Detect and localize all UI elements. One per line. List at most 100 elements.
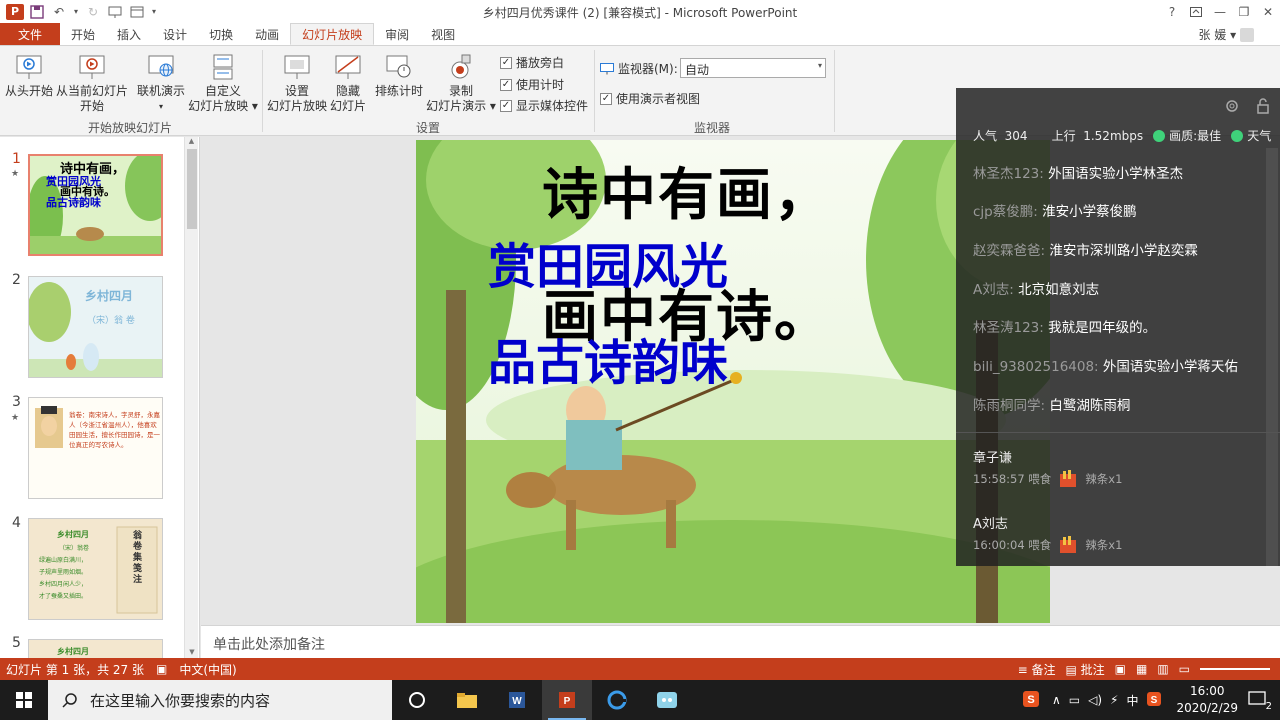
- notes-pane[interactable]: 单击此处添加备注: [201, 625, 1280, 658]
- tab-home[interactable]: 开始: [60, 23, 106, 45]
- user-avatar-icon: [1240, 28, 1254, 42]
- customize-qat-icon[interactable]: ▾: [150, 3, 158, 21]
- tab-view[interactable]: 视图: [420, 23, 466, 45]
- minimize-button[interactable]: —: [1208, 0, 1232, 23]
- gift-icon: [1060, 536, 1077, 553]
- taskbar-search[interactable]: 在这里输入你要搜索的内容: [48, 680, 392, 720]
- tab-slide-show[interactable]: 幻灯片放映: [290, 23, 375, 45]
- thumb-number: 3: [12, 394, 21, 410]
- task-view-icon[interactable]: [392, 680, 442, 720]
- play-narrations-checkbox[interactable]: ✓ 播放旁白: [500, 54, 564, 71]
- volume-icon[interactable]: ◁): [1088, 693, 1102, 707]
- bilibili-live-app-icon[interactable]: [642, 680, 692, 720]
- chat-message: bili_93802516408: 外国语实验小学蒋天佑: [973, 359, 1238, 375]
- thumbnail-scrollbar[interactable]: ▲ ▼: [184, 137, 198, 658]
- normal-view-icon[interactable]: ▣: [1115, 662, 1126, 676]
- start-button[interactable]: [0, 680, 48, 720]
- use-timings-checkbox[interactable]: ✓ 使用计时: [500, 76, 564, 93]
- scroll-up-icon[interactable]: ▲: [185, 137, 198, 145]
- slide-thumbnail-pane: 1 ★ 诗中有画， 赏田园风光 画中有诗。 品古诗韵味 2 乡村四月 （宋）翁 …: [0, 137, 200, 658]
- language-status[interactable]: 中文(中国): [179, 661, 236, 678]
- sogou-icon[interactable]: S: [1146, 691, 1162, 710]
- record-slide-show-button[interactable]: 录制 幻灯片演示 ▾: [426, 52, 496, 114]
- present-online-button[interactable]: 联机演示 ▾: [134, 52, 188, 114]
- monitor-select[interactable]: 自动 ▾: [680, 58, 826, 78]
- network-icon[interactable]: ⚡: [1110, 693, 1118, 707]
- animation-star-icon: ★: [11, 413, 20, 423]
- dropdown-arrow-icon: ▾: [158, 102, 163, 111]
- system-tray: S ∧ ▭ ◁) ⚡ 中 S 16:00 2020/2/29 2: [1022, 680, 1280, 720]
- chat-message: A刘志: 北京如意刘志: [973, 282, 1100, 298]
- globe-presentation-icon: [148, 55, 174, 77]
- slide-title-line-4[interactable]: 品古诗韵味: [488, 323, 728, 393]
- taskbar-clock[interactable]: 16:00 2020/2/29: [1166, 683, 1248, 717]
- animation-star-icon: ★: [11, 169, 20, 179]
- tab-animations[interactable]: 动画: [244, 23, 290, 45]
- scroll-down-icon[interactable]: ▼: [185, 648, 199, 656]
- windows-taskbar: 在这里输入你要搜索的内容 W P S ∧ ▭ ◁) ⚡ 中 S 16:00 20…: [0, 680, 1280, 720]
- scrollbar-thumb[interactable]: [187, 149, 197, 229]
- ribbon-tabs: 文件 开始 插入 设计 切换 动画 幻灯片放映 审阅 视图 张 媛 ▾: [0, 23, 1280, 45]
- slide-thumbnail-1[interactable]: 诗中有画， 赏田园风光 画中有诗。 品古诗韵味: [28, 154, 163, 256]
- slide-thumbnail-5[interactable]: 乡村四月: [28, 639, 163, 658]
- slide-number-status[interactable]: 幻灯片 第 1 张，共 27 张: [6, 661, 144, 678]
- save-icon[interactable]: [28, 3, 46, 21]
- sogou-ime-tray-icon[interactable]: S: [1022, 690, 1040, 711]
- presenter-view-checkbox[interactable]: ✓ 使用演示者视图: [600, 90, 700, 107]
- slide-thumbnail-2[interactable]: 乡村四月 （宋）翁 卷: [28, 276, 163, 378]
- set-up-slide-show-button[interactable]: 设置 幻灯片放映: [266, 52, 328, 114]
- help-button[interactable]: ?: [1160, 0, 1184, 23]
- undo-icon[interactable]: ↶: [50, 3, 68, 21]
- tab-insert[interactable]: 插入: [106, 23, 152, 45]
- lock-icon[interactable]: [1256, 98, 1270, 118]
- battery-icon[interactable]: ▭: [1069, 693, 1080, 707]
- stream-stats: 人气 304 上行 1.52mbps 画质:最佳 天气: [973, 129, 1272, 143]
- ribbon-display-options-icon[interactable]: [1184, 0, 1208, 23]
- show-hidden-icons-button[interactable]: ∧: [1052, 693, 1061, 707]
- live-stream-overlay: 人气 304 上行 1.52mbps 画质:最佳 天气 林圣杰123: 外国语实…: [956, 88, 1280, 568]
- tab-file[interactable]: 文件: [0, 23, 61, 45]
- checkbox-checked-icon: ✓: [500, 56, 512, 69]
- from-current-slide-button[interactable]: 从当前幻灯片 开始: [54, 52, 130, 114]
- slide-thumbnail-4[interactable]: 乡村四月 （宋）翁卷 绿遍山原白满川， 子规声里雨如烟。 乡村四月闲人少， 才了…: [28, 518, 163, 620]
- group-label-setup: 设置: [416, 121, 441, 135]
- overlay-scrollbar[interactable]: [1266, 148, 1278, 568]
- custom-slide-show-button[interactable]: 自定义 幻灯片放映 ▾: [188, 52, 258, 114]
- slide-sorter-icon[interactable]: ▦: [1136, 662, 1147, 676]
- overlay-divider[interactable]: [956, 432, 1280, 433]
- edge-browser-icon[interactable]: [592, 680, 642, 720]
- slideshow-quick-icon[interactable]: [106, 3, 124, 21]
- spelling-check-icon[interactable]: ▣: [156, 662, 167, 676]
- rehearse-timings-button[interactable]: 排练计时: [372, 52, 426, 99]
- slide-show-view-icon[interactable]: ▭: [1179, 662, 1190, 676]
- undo-dropdown-icon[interactable]: ▾: [72, 3, 80, 21]
- chat-message: 陈雨桐同学: 白鹭湖陈雨桐: [973, 398, 1131, 414]
- slide-thumbnail-3[interactable]: 翁卷：南宋诗人，字灵舒，永嘉人（今浙江省温州人），他喜欢田园生活，擅长作田园诗，…: [28, 397, 163, 499]
- ribbon-separator: [594, 50, 595, 132]
- slide-title-line-1[interactable]: 诗中有画，: [542, 150, 832, 231]
- from-beginning-button[interactable]: 从头开始: [4, 52, 54, 99]
- tab-design[interactable]: 设计: [152, 23, 198, 45]
- comments-button[interactable]: ▤ 批注: [1065, 661, 1104, 678]
- reading-view-icon[interactable]: ▥: [1157, 662, 1168, 676]
- gear-icon[interactable]: [1224, 98, 1240, 118]
- ime-indicator[interactable]: 中: [1126, 692, 1138, 709]
- restore-button[interactable]: ❐: [1232, 0, 1256, 23]
- file-explorer-icon[interactable]: [442, 680, 492, 720]
- tab-review[interactable]: 审阅: [374, 23, 420, 45]
- powerpoint-app-icon[interactable]: P: [542, 680, 592, 720]
- hide-slide-button[interactable]: 隐藏 幻灯片: [330, 52, 366, 114]
- action-center-icon[interactable]: 2: [1248, 690, 1272, 712]
- redo-icon[interactable]: ↻: [84, 3, 102, 21]
- zoom-slider[interactable]: [1200, 668, 1270, 670]
- close-button[interactable]: ✕: [1256, 0, 1280, 23]
- tab-transitions[interactable]: 切换: [198, 23, 244, 45]
- word-app-icon[interactable]: W: [492, 680, 542, 720]
- notes-button[interactable]: ≡ 备注: [1018, 661, 1056, 678]
- current-slide[interactable]: 诗中有画， 赏田园风光 画中有诗。 品古诗韵味: [416, 140, 1050, 623]
- signed-in-user[interactable]: 张 媛 ▾: [1199, 26, 1254, 43]
- layout-icon[interactable]: [128, 3, 146, 21]
- show-media-controls-checkbox[interactable]: ✓ 显示媒体控件: [500, 97, 588, 114]
- monitor-label: 监视器(M):: [600, 60, 678, 77]
- chat-message: 林圣涛123: 我就是四年级的。: [973, 320, 1157, 336]
